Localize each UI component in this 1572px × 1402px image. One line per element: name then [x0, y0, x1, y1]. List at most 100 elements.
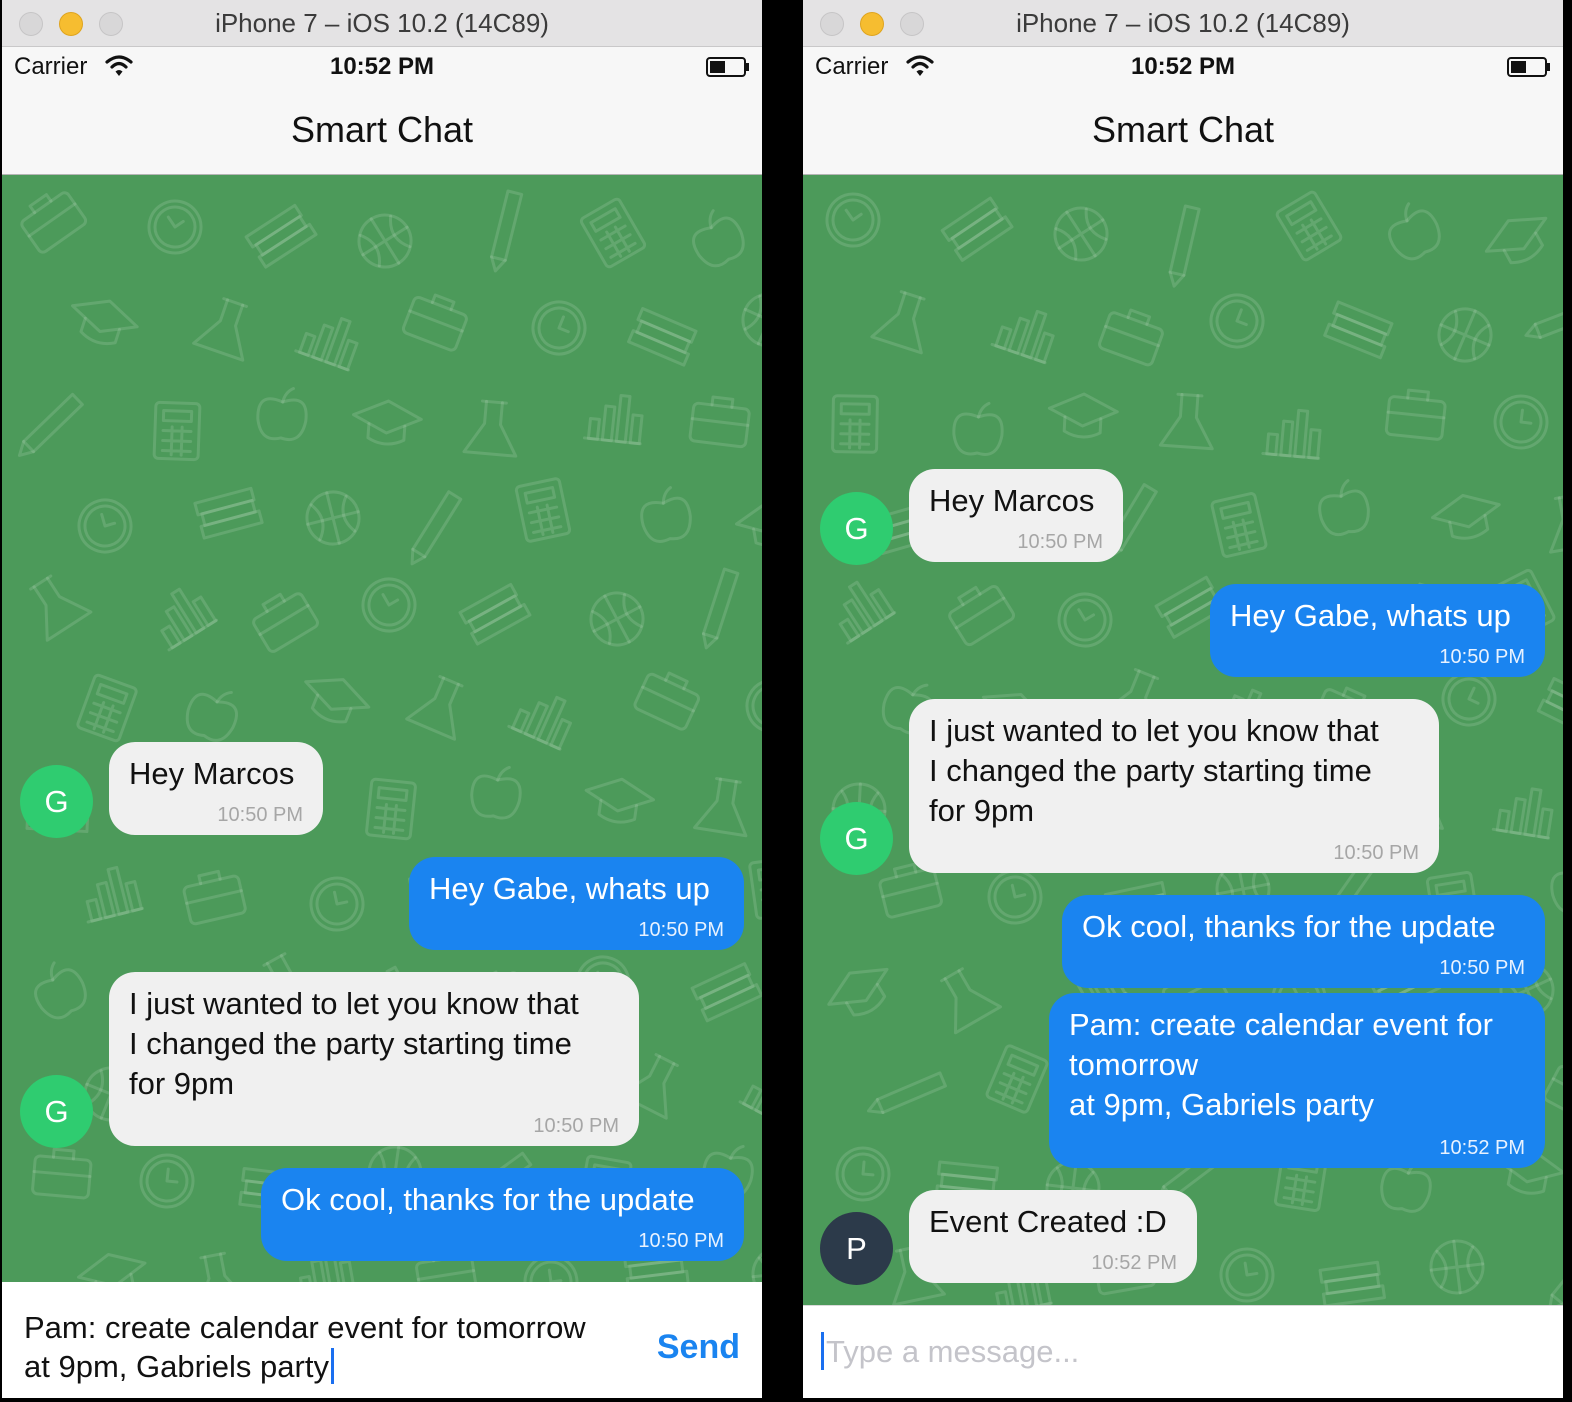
doodle-shape: [490, 189, 524, 273]
simulator-window-left: iPhone 7 – iOS 10.2 (14C89) Carrier 10:5…: [2, 0, 762, 1398]
window-titlebar: iPhone 7 – iOS 10.2 (14C89): [803, 0, 1563, 47]
doodle-shape: [147, 199, 203, 255]
message-timestamp: 10:50 PM: [1017, 531, 1103, 553]
message-bubble-incoming[interactable]: Hey Marcos 10:50 PM: [909, 469, 1123, 562]
doodle-shape: [195, 1251, 250, 1282]
message-text: Hey Gabe, whats up: [429, 871, 710, 906]
doodle-shape: [160, 587, 219, 652]
message-timestamp: 10:50 PM: [217, 804, 303, 826]
avatar[interactable]: G: [820, 802, 893, 875]
doodle-shape: [470, 765, 522, 820]
message-text: I just wanted to let you know that I cha…: [929, 713, 1379, 828]
doodle-shape: [1524, 298, 1563, 339]
doodle-shape: [627, 307, 698, 367]
message-bubble-incoming[interactable]: Hey Marcos 10:50 PM: [109, 742, 323, 835]
nav-bar: Smart Chat: [2, 87, 762, 175]
doodle-shape: [185, 690, 238, 742]
message-text: Hey Marcos: [929, 483, 1095, 518]
message-text: Hey Gabe, whats up: [1230, 598, 1511, 633]
avatar[interactable]: G: [20, 765, 93, 838]
message-bubble-outgoing[interactable]: Hey Gabe, whats up 10:50 PM: [1210, 584, 1545, 677]
message-bubble-outgoing[interactable]: Ok cool, thanks for the update 10:50 PM: [1062, 895, 1545, 988]
doodle-shape: [1158, 392, 1214, 451]
battery-icon: [1507, 57, 1550, 77]
message-input-placeholder: Type a message...: [826, 1334, 1080, 1369]
doodle-shape: [34, 961, 87, 1020]
doodle-shape: [1543, 1064, 1563, 1125]
doodle-shape: [990, 309, 1055, 365]
doodle-shape: [152, 400, 202, 462]
doodle-shape: [1318, 1260, 1386, 1305]
avatar[interactable]: P: [820, 1212, 893, 1285]
message-timestamp: 10:52 PM: [1091, 1252, 1177, 1274]
status-time: 10:52 PM: [1130, 53, 1236, 80]
doodle-shape: [352, 399, 423, 446]
doodle-shape: [1384, 388, 1447, 441]
text-caret: [330, 1348, 334, 1384]
doodle-shape: [401, 293, 468, 352]
nav-title: Smart Chat: [1091, 109, 1275, 150]
doodle-shape: [1430, 493, 1501, 540]
message-input[interactable]: Type a message...: [821, 1332, 1079, 1370]
doodle-shape: [193, 486, 264, 540]
message-text: Event Created :D: [929, 1204, 1167, 1239]
doodle-shape: [20, 191, 88, 254]
message-input-value: Pam: create calendar event for tomorrow …: [24, 1310, 586, 1384]
doodle-shape: [838, 580, 897, 645]
doodle-shape: [76, 1252, 147, 1282]
chat-message-list[interactable]: G Hey Marcos 10:50 PM Hey Gabe, whats up…: [803, 175, 1563, 1305]
doodle-shape: [365, 777, 417, 841]
message-input[interactable]: Pam: create calendar event for tomorrow …: [24, 1308, 586, 1386]
message-bubble-incoming[interactable]: I just wanted to let you know that I cha…: [909, 699, 1439, 873]
doodle-shape: [405, 675, 464, 741]
avatar[interactable]: G: [820, 492, 893, 565]
window-title: iPhone 7 – iOS 10.2 (14C89): [215, 8, 549, 38]
doodle-shape: [1210, 492, 1268, 558]
message-bubble-incoming[interactable]: I just wanted to let you know that I cha…: [109, 972, 639, 1146]
status-time: 10:52 PM: [329, 53, 435, 80]
message-bubble-outgoing[interactable]: Hey Gabe, whats up 10:50 PM: [409, 857, 744, 950]
window-titlebar: iPhone 7 – iOS 10.2 (14C89): [2, 0, 762, 47]
doodle-shape: [1318, 479, 1370, 536]
doodle-shape: [940, 196, 1014, 262]
doodle-shape: [741, 292, 762, 348]
doodle-shape: [584, 777, 656, 824]
doodle-shape: [1429, 1239, 1485, 1295]
message-bubble-outgoing[interactable]: Pam: create calendar event for tomorrow …: [1049, 993, 1545, 1168]
avatar[interactable]: G: [20, 1075, 93, 1148]
message-timestamp: 10:50 PM: [638, 1230, 724, 1252]
doodle-shape: [748, 856, 762, 920]
doodle-shape: [31, 1147, 93, 1200]
message-bubble-outgoing[interactable]: Ok cool, thanks for the update 10:50 PM: [261, 1168, 744, 1261]
doodle-shape: [582, 394, 644, 446]
doodle-shape: [458, 582, 532, 646]
doodle-shape: [589, 591, 645, 647]
window-title: iPhone 7 – iOS 10.2 (14C89): [1016, 8, 1350, 38]
doodle-shape: [987, 869, 1043, 925]
chat-message-list[interactable]: G Hey Marcos 10:50 PM Hey Gabe, whats up…: [2, 175, 762, 1282]
doodle-shape: [1493, 394, 1549, 450]
message-text: I just wanted to let you know that I cha…: [129, 986, 579, 1101]
doodle-shape: [952, 401, 1004, 456]
doodle-shape: [1484, 216, 1548, 265]
doodle-shape: [1491, 787, 1554, 840]
doodle-shape: [940, 967, 1003, 1035]
doodle-shape: [507, 695, 572, 751]
doodle-shape: [77, 498, 133, 554]
doodle-shape: [579, 197, 647, 269]
doodle-shape: [1047, 392, 1119, 439]
doodle-shape: [1536, 676, 1563, 739]
message-text: Pam: create calendar event for tomorrow …: [1069, 1007, 1493, 1122]
doodle-shape: [1437, 307, 1493, 363]
send-button[interactable]: Send: [657, 1328, 740, 1367]
doodle-shape: [85, 865, 144, 924]
doodle-shape: [1168, 204, 1201, 288]
message-bubble-incoming[interactable]: Event Created :D 10:52 PM: [909, 1190, 1197, 1283]
doodle-shape: [745, 678, 762, 734]
doodle-shape: [825, 192, 881, 248]
doodle-shape: [1057, 592, 1113, 648]
doodle-shape: [1275, 190, 1343, 262]
doodle-shape: [361, 577, 417, 633]
doodle-shape: [640, 486, 692, 543]
message-text: Ok cool, thanks for the update: [281, 1182, 695, 1217]
